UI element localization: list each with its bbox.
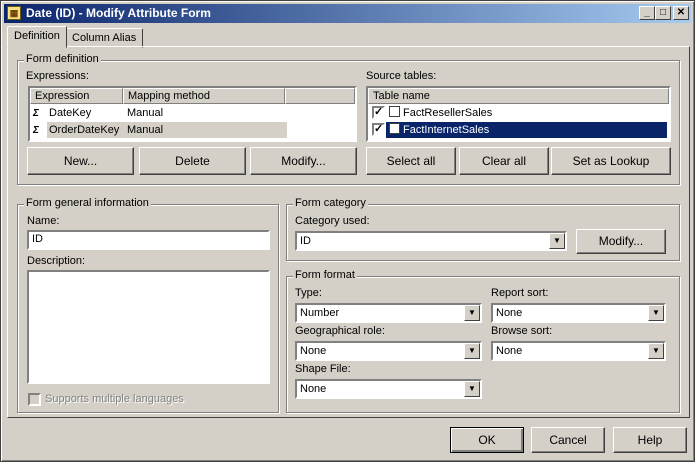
table-icon [389, 106, 400, 117]
chevron-down-icon[interactable]: ▼ [648, 305, 664, 321]
description-textarea[interactable] [27, 270, 270, 384]
new-button[interactable]: New... [27, 147, 134, 175]
blank-column-header [285, 88, 355, 104]
expression-icon: Σ [33, 108, 39, 119]
close-icon[interactable]: ✕ [673, 6, 689, 20]
category-used-select[interactable]: ID ▼ [295, 231, 567, 251]
chevron-down-icon[interactable]: ▼ [464, 343, 480, 359]
source-tables-label: Source tables: [366, 70, 437, 82]
expressions-list[interactable]: Expression Mapping method Σ DateKey Manu… [28, 86, 357, 142]
report-sort-select[interactable]: None ▼ [491, 303, 666, 323]
ok-button[interactable]: OK [450, 427, 524, 453]
attribute-icon: ▦ [7, 6, 21, 20]
form-category-group-title: Form category [293, 197, 368, 209]
expression-icon: Σ [33, 125, 39, 136]
select-all-button[interactable]: Select all [366, 147, 456, 175]
type-label: Type: [295, 287, 322, 299]
browse-sort-label: Browse sort: [491, 325, 553, 337]
table-row-selected[interactable]: FactInternetSales [386, 122, 667, 138]
set-as-lookup-button[interactable]: Set as Lookup [551, 147, 671, 175]
supports-multiple-languages-label: Supports multiple languages [45, 393, 184, 405]
clear-all-button[interactable]: Clear all [459, 147, 549, 175]
minimize-icon[interactable]: _ [639, 6, 655, 20]
form-category-group: Form category Category used: ID ▼ Modify… [286, 197, 680, 261]
table-icon [389, 123, 400, 134]
chevron-down-icon[interactable]: ▼ [648, 343, 664, 359]
form-format-group-title: Form format [293, 269, 357, 281]
description-label: Description: [27, 255, 86, 267]
tab-definition[interactable]: Definition [7, 26, 67, 48]
chevron-down-icon[interactable]: ▼ [549, 233, 565, 249]
name-label: Name: [27, 215, 60, 227]
tab-column-alias[interactable]: Column Alias [65, 28, 144, 48]
help-button[interactable]: Help [613, 427, 687, 453]
geographical-role-select[interactable]: None ▼ [295, 341, 482, 361]
browse-sort-select[interactable]: None ▼ [491, 341, 666, 361]
form-general-info-group: Form general information Name: ID Descri… [17, 197, 279, 413]
expressions-label: Expressions: [26, 70, 89, 82]
source-tables-list[interactable]: Table name ✓ FactResellerSales FactInter… [366, 86, 671, 142]
chevron-down-icon[interactable]: ▼ [464, 381, 480, 397]
shape-file-label: Shape File: [295, 363, 351, 375]
form-definition-group: Form definition Expressions: Expression … [17, 53, 680, 185]
report-sort-label: Report sort: [491, 287, 549, 299]
modify-button[interactable]: Modify... [250, 147, 357, 175]
cancel-button[interactable]: Cancel [531, 427, 605, 453]
title-bar[interactable]: ▦ Date (ID) - Modify Attribute Form _ □ … [4, 4, 691, 23]
delete-button[interactable]: Delete [139, 147, 246, 175]
form-general-info-group-title: Form general information [24, 197, 151, 209]
expression-column-header[interactable]: Expression [30, 88, 123, 104]
supports-multiple-languages-checkbox[interactable] [28, 393, 41, 406]
category-modify-button[interactable]: Modify... [576, 229, 666, 254]
table-name-column-header[interactable]: Table name [368, 88, 669, 104]
list-item[interactable]: Σ DateKey Manual [33, 105, 355, 121]
chevron-down-icon[interactable]: ▼ [464, 305, 480, 321]
category-used-label: Category used: [295, 215, 370, 227]
modify-attribute-form-window: ▦ Date (ID) - Modify Attribute Form _ □ … [0, 0, 695, 462]
table-checkbox[interactable]: ✓ [372, 106, 385, 119]
mapping-method-column-header[interactable]: Mapping method [123, 88, 285, 104]
table-row[interactable]: ✓ FactResellerSales [370, 105, 667, 121]
table-checkbox[interactable]: ✓ [372, 123, 385, 136]
shape-file-select[interactable]: None ▼ [295, 379, 482, 399]
form-definition-group-title: Form definition [24, 53, 101, 65]
list-item[interactable]: Σ OrderDateKey Manual [33, 122, 355, 138]
maximize-icon[interactable]: □ [655, 6, 671, 20]
name-input[interactable]: ID [27, 230, 270, 250]
window-title: Date (ID) - Modify Attribute Form [26, 6, 211, 20]
form-format-group: Form format Type: Number ▼ Report sort: … [286, 269, 680, 413]
definition-tab-panel: Form definition Expressions: Expression … [7, 46, 690, 418]
geographical-role-label: Geographical role: [295, 325, 385, 337]
type-select[interactable]: Number ▼ [295, 303, 482, 323]
